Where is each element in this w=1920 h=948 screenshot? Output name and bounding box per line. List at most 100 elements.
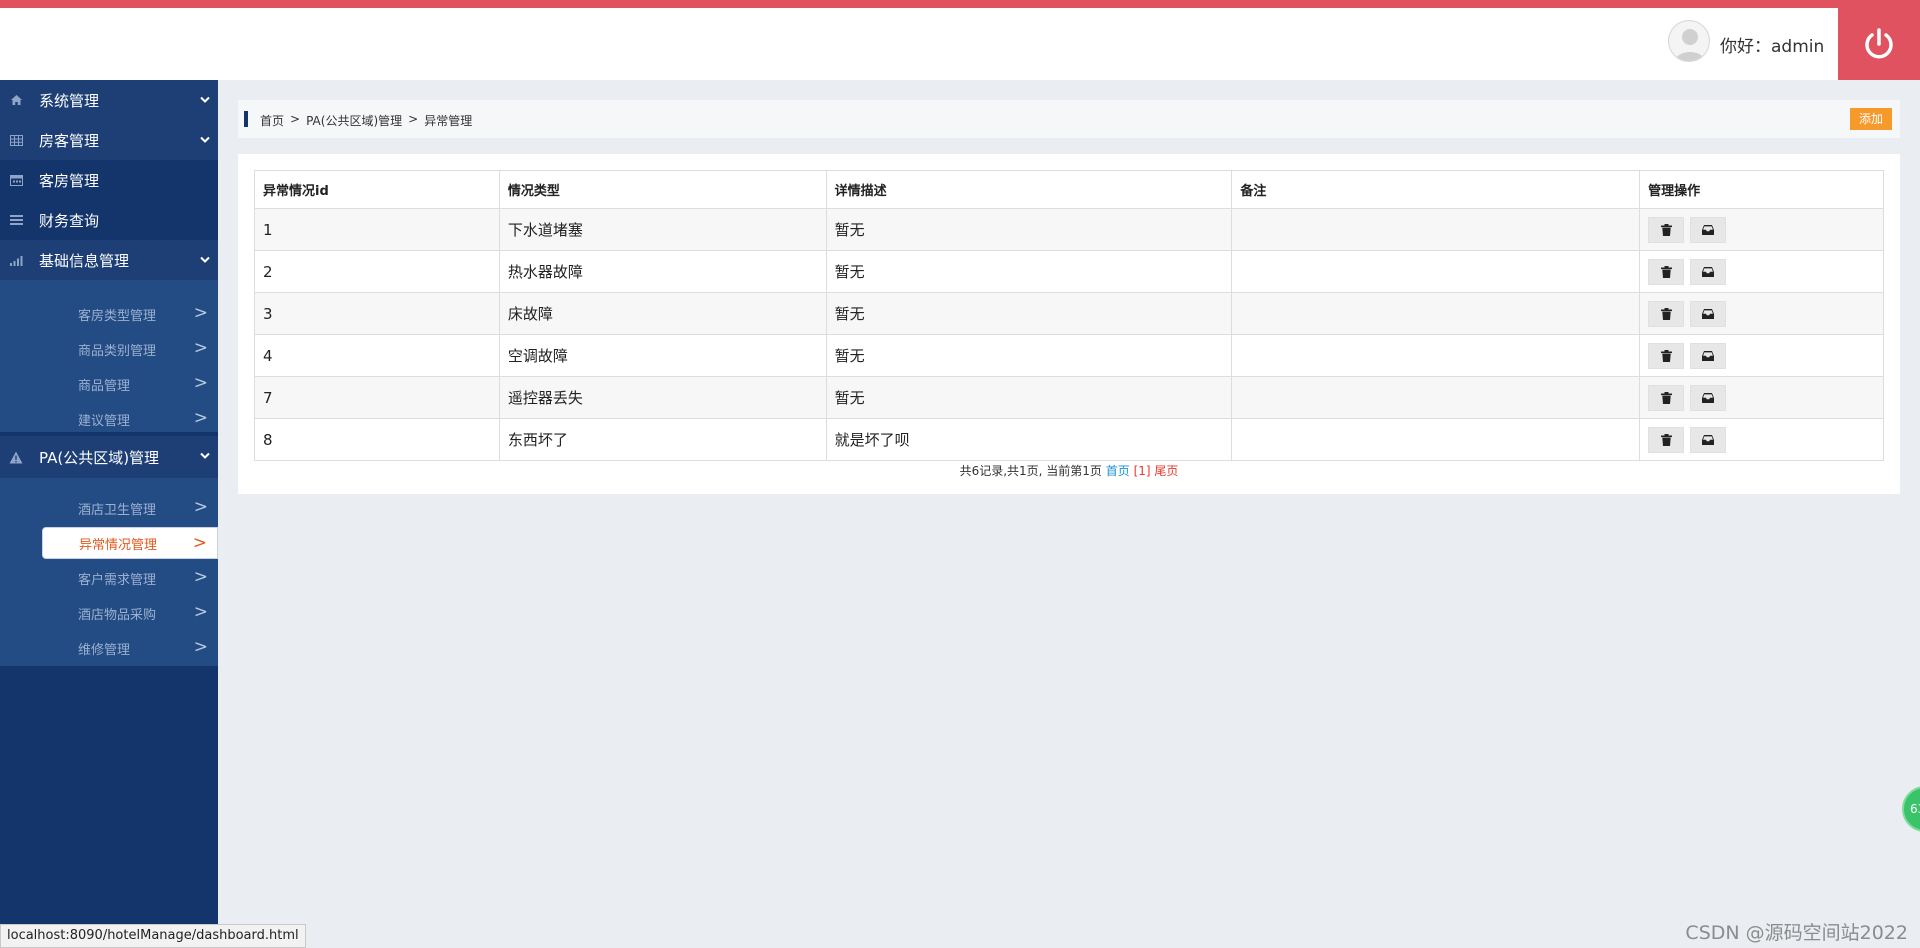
column-header: 管理操作 bbox=[1639, 170, 1884, 209]
cell-actions bbox=[1639, 376, 1884, 419]
breadcrumb-section[interactable]: PA(公共区域)管理 bbox=[306, 112, 402, 129]
sidebar-item-finance[interactable]: 财务查询 bbox=[0, 200, 218, 240]
chevron-right-icon: > bbox=[193, 373, 208, 393]
cell-type: 下水道堵塞 bbox=[498, 208, 827, 251]
cell-note bbox=[1231, 250, 1641, 293]
cell-detail: 暂无 bbox=[825, 376, 1233, 419]
delete-button[interactable] bbox=[1648, 384, 1685, 411]
logout-button[interactable] bbox=[1838, 8, 1920, 80]
table-row: 8 东西坏了 就是坏了呗 bbox=[254, 418, 1884, 461]
edit-button[interactable] bbox=[1690, 342, 1727, 369]
delete-button[interactable] bbox=[1648, 216, 1685, 243]
column-header: 详情描述 bbox=[825, 170, 1233, 209]
cell-type: 空调故障 bbox=[498, 334, 827, 377]
sidebar-item-label: 系统管理 bbox=[39, 91, 100, 110]
cell-type: 热水器故障 bbox=[498, 250, 827, 293]
pagination-summary: 共6记录,共1页, 当前第1页 bbox=[959, 464, 1102, 478]
breadcrumb-bar: 首页 > PA(公共区域)管理 > 异常管理 添加 bbox=[238, 100, 1900, 138]
top-accent-line bbox=[0, 0, 1920, 8]
exceptions-table: 异常情况id 情况类型 详情描述 备注 管理操作 1 下水道堵塞 暂无 2 热水… bbox=[254, 170, 1884, 461]
column-header: 情况类型 bbox=[498, 170, 827, 209]
cell-detail: 暂无 bbox=[825, 292, 1233, 335]
trash-icon bbox=[1660, 391, 1672, 404]
edit-button[interactable] bbox=[1690, 426, 1727, 453]
pagination: 共6记录,共1页, 当前第1页 首页 [1] 尾页 bbox=[238, 462, 1900, 479]
sidebar-item-label: 客房管理 bbox=[39, 171, 100, 190]
inbox-icon bbox=[1702, 393, 1715, 403]
cell-id: 4 bbox=[254, 334, 500, 377]
basic-info-submenu: 客房类型管理 > 商品类别管理 > 商品管理 > 建议管理 > bbox=[0, 280, 218, 432]
table-header-row: 异常情况id 情况类型 详情描述 备注 管理操作 bbox=[254, 170, 1884, 209]
sidebar-item-label: 财务查询 bbox=[39, 211, 100, 230]
sidebar-subitem-exceptions[interactable]: 异常情况管理 > bbox=[42, 527, 218, 559]
cell-id: 2 bbox=[254, 250, 500, 293]
sidebar-item-system[interactable]: 系统管理 bbox=[0, 80, 218, 120]
cell-type: 东西坏了 bbox=[498, 418, 827, 461]
sidebar-subitem-label: 商品管理 bbox=[78, 378, 131, 394]
breadcrumb-home[interactable]: 首页 bbox=[260, 112, 284, 129]
cell-detail: 暂无 bbox=[825, 250, 1233, 293]
delete-button[interactable] bbox=[1648, 258, 1685, 285]
edit-button[interactable] bbox=[1690, 384, 1727, 411]
browser-status-bar: localhost:8090/hotelManage/dashboard.htm… bbox=[0, 924, 306, 948]
sidebar-item-basic-info[interactable]: 基础信息管理 bbox=[0, 240, 218, 280]
breadcrumb-separator: > bbox=[408, 112, 419, 126]
watermark: CSDN @源码空间站2022 bbox=[1685, 922, 1908, 944]
chevron-down-icon bbox=[200, 130, 210, 148]
sidebar-subitem-room-types[interactable]: 客房类型管理 > bbox=[0, 298, 218, 330]
sidebar-subitem-repairs[interactable]: 维修管理 > bbox=[0, 632, 218, 664]
sidebar: 系统管理 房客管理 客房管理 财务查询 基础信息管理 客房类型管理 > 商品类别… bbox=[0, 80, 218, 924]
delete-button[interactable] bbox=[1648, 342, 1685, 369]
sidebar-subitem-suggestions[interactable]: 建议管理 > bbox=[0, 403, 218, 435]
sidebar-item-pa[interactable]: PA(公共区域)管理 bbox=[0, 436, 218, 478]
sidebar-subitem-procurement[interactable]: 酒店物品采购 > bbox=[0, 597, 218, 629]
delete-button[interactable] bbox=[1648, 300, 1685, 327]
sidebar-subitem-label: 维修管理 bbox=[78, 642, 131, 658]
cell-note bbox=[1231, 376, 1641, 419]
cell-detail: 暂无 bbox=[825, 334, 1233, 377]
pa-submenu: 酒店卫生管理 > 异常情况管理 > 客户需求管理 > 酒店物品采购 > 维修管理… bbox=[0, 478, 218, 666]
column-header: 备注 bbox=[1231, 170, 1641, 209]
sidebar-subitem-label: 客户需求管理 bbox=[78, 572, 157, 588]
trash-icon bbox=[1660, 265, 1672, 278]
content-panel: 异常情况id 情况类型 详情描述 备注 管理操作 1 下水道堵塞 暂无 2 热水… bbox=[238, 154, 1900, 494]
cell-note bbox=[1231, 208, 1641, 251]
table-row: 7 遥控器丢失 暂无 bbox=[254, 376, 1884, 419]
breadcrumb: 首页 > PA(公共区域)管理 > 异常管理 bbox=[260, 112, 472, 129]
floating-speed-badge[interactable]: 63 bbox=[1902, 786, 1920, 832]
cell-detail: 暂无 bbox=[825, 208, 1233, 251]
edit-button[interactable] bbox=[1690, 300, 1727, 327]
inbox-icon bbox=[1702, 225, 1715, 235]
pagination-first-link[interactable]: 首页 bbox=[1106, 464, 1130, 478]
breadcrumb-marker bbox=[244, 111, 248, 127]
column-header: 异常情况id bbox=[254, 170, 500, 209]
delete-button[interactable] bbox=[1648, 426, 1685, 453]
chevron-right-icon: > bbox=[193, 338, 208, 358]
breadcrumb-separator: > bbox=[290, 112, 301, 126]
sidebar-item-label: 基础信息管理 bbox=[39, 251, 130, 270]
sidebar-subitem-hygiene[interactable]: 酒店卫生管理 > bbox=[0, 492, 218, 524]
trash-icon bbox=[1660, 349, 1672, 362]
avatar[interactable] bbox=[1668, 20, 1710, 62]
chevron-right-icon: > bbox=[193, 602, 208, 622]
cell-type: 床故障 bbox=[498, 292, 827, 335]
sidebar-subitem-label: 商品类别管理 bbox=[78, 343, 157, 359]
inbox-icon bbox=[1702, 267, 1715, 277]
sidebar-item-guests[interactable]: 房客管理 bbox=[0, 120, 218, 160]
sidebar-item-rooms[interactable]: 客房管理 bbox=[0, 160, 218, 200]
add-button[interactable]: 添加 bbox=[1849, 108, 1892, 130]
breadcrumb-current: 异常管理 bbox=[424, 114, 473, 128]
pagination-current-page[interactable]: [1] bbox=[1134, 464, 1151, 478]
edit-button[interactable] bbox=[1690, 258, 1727, 285]
sidebar-subitem-products[interactable]: 商品管理 > bbox=[0, 368, 218, 400]
cell-id: 8 bbox=[254, 418, 500, 461]
edit-button[interactable] bbox=[1690, 216, 1727, 243]
pagination-last-link[interactable]: 尾页 bbox=[1154, 464, 1178, 478]
sidebar-subitem-customer-needs[interactable]: 客户需求管理 > bbox=[0, 562, 218, 594]
sidebar-subitem-product-categories[interactable]: 商品类别管理 > bbox=[0, 333, 218, 365]
cell-actions bbox=[1639, 250, 1884, 293]
list-icon bbox=[9, 213, 23, 227]
grid-icon bbox=[9, 133, 23, 147]
power-icon bbox=[1865, 28, 1893, 59]
chevron-right-icon: > bbox=[193, 497, 208, 517]
